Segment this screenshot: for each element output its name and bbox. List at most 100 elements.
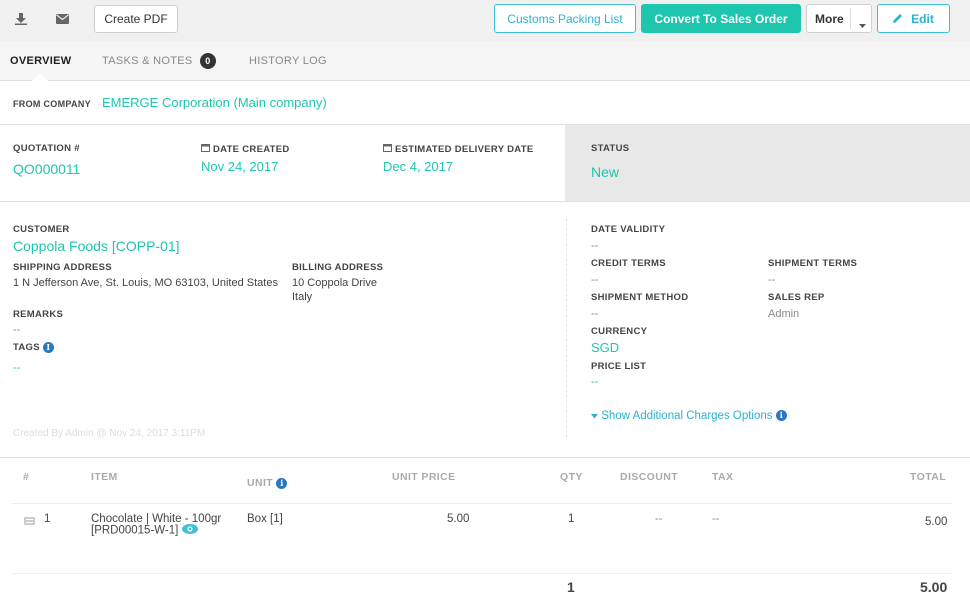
table-row[interactable]: 1 Chocolate | White - 100gr [PRD00015-W-… [12,504,952,572]
currency-label: CURRENCY [591,326,648,337]
customer-label: CUSTOMER [13,224,70,235]
item-unit: Box [1] [247,513,283,525]
estimated-delivery-label: ESTIMATED DELIVERY DATE [383,143,533,155]
info-icon[interactable]: i [42,342,54,353]
shipment-terms-value: -- [768,274,776,286]
convert-to-sales-order-button[interactable]: Convert To Sales Order [641,4,801,33]
billing-address-line2: Italy [292,291,313,303]
sales-rep-label: SALES REP [768,292,825,303]
grand-total: 5.00 [920,579,948,595]
active-tab-pointer [32,73,48,81]
currency-value: SGD [591,340,620,355]
envelope-icon[interactable] [53,10,71,28]
tasks-count-badge: 0 [199,53,216,69]
date-created-label-text: DATE CREATED [212,144,290,155]
estimated-delivery-label-text: ESTIMATED DELIVERY DATE [394,144,534,155]
tab-history-log[interactable]: HISTORY LOG [249,55,327,67]
row-number: 1 [44,513,51,525]
date-validity-value: -- [591,240,599,252]
shipment-terms-label: SHIPMENT TERMS [768,258,858,269]
tab-overview[interactable]: OVERVIEW [10,55,72,67]
status-panel [565,125,970,201]
credit-terms-label: CREDIT TERMS [591,258,666,269]
pencil-icon [893,12,903,26]
billing-address-label: BILLING ADDRESS [292,262,384,273]
created-by-note: Created By Admin @ Nov 24, 2017 3:11PM [13,428,206,439]
edit-button[interactable]: Edit [877,4,950,33]
item-tax: -- [712,513,720,525]
credit-terms-value: -- [591,274,599,286]
divider [850,8,851,29]
tab-history-log-label: HISTORY LOG [249,55,327,67]
convert-to-sales-order-label: Convert To Sales Order [654,11,788,26]
column-header-qty: QTY [560,471,583,483]
estimated-delivery-value: Dec 4, 2017 [383,159,454,174]
quotation-number-label: QUOTATION # [13,143,80,154]
item-qty: 1 [568,513,575,525]
tab-overview-label: OVERVIEW [10,55,72,67]
date-validity-label: DATE VALIDITY [591,224,666,235]
tags-value[interactable]: -- [13,362,20,374]
item-total: 5.00 [925,516,948,528]
divider [12,573,952,574]
item-discount: -- [655,513,663,525]
quotation-number: QO000011 [13,161,81,177]
billing-address-line1: 10 Coppola Drive [292,277,377,289]
shipping-address-value: 1 N Jefferson Ave, St. Louis, MO 63103, … [13,277,278,289]
column-header-discount: DISCOUNT [620,471,679,483]
date-created-label: DATE CREATED [201,143,290,155]
more-dropdown-button[interactable]: More [806,4,872,33]
status-label: STATUS [591,143,630,154]
drag-handle-icon[interactable] [24,514,35,528]
caret-down-icon [859,17,866,31]
more-label: More [815,11,844,26]
column-header-item: ITEM [91,471,118,483]
column-header-unit-text: UNIT [247,477,274,489]
tags-label: TAGS i [13,342,54,353]
section-divider [566,218,567,438]
from-company-label: FROM COMPANY [13,99,91,109]
date-created-value: Nov 24, 2017 [201,159,279,174]
info-icon[interactable]: i [775,410,787,422]
caret-down-icon [591,410,598,422]
column-header-unit-price: UNIT PRICE [392,471,456,483]
tab-bar: OVERVIEW TASKS & NOTES 0 HISTORY LOG [0,41,970,81]
sales-rep-value: Admin [768,308,800,320]
column-header-unit: UNIT i [247,477,288,489]
price-list-value: -- [591,376,599,388]
edit-label: Edit [911,11,934,26]
status-value: New [591,164,620,180]
tab-tasks-notes[interactable]: TASKS & NOTES 0 [102,53,216,69]
calendar-icon [201,144,210,155]
customs-packing-list-label: Customs Packing List [507,11,623,26]
tags-label-text: TAGS [13,342,40,354]
toolbar: Create PDF Customs Packing List Convert … [0,0,970,41]
eye-icon[interactable] [181,524,198,537]
column-header-number: # [23,471,30,483]
item-sku-line: [PRD00015-W-1] [91,524,198,537]
column-header-total: TOTAL [910,471,947,483]
show-additional-charges-link[interactable]: Show Additional Charges Options i [591,410,787,422]
shipment-method-label: SHIPMENT METHOD [591,292,689,303]
tab-tasks-notes-label: TASKS & NOTES [102,55,193,67]
divider [0,201,970,202]
item-unit-price: 5.00 [447,513,470,525]
create-pdf-button[interactable]: Create PDF [94,5,178,33]
show-additional-charges-label: Show Additional Charges Options [601,410,773,422]
shipment-method-value: -- [591,308,599,320]
customer-link[interactable]: Coppola Foods [COPP-01] [13,238,180,254]
price-list-label: PRICE LIST [591,361,647,372]
calendar-icon [383,144,392,155]
divider [0,457,970,458]
from-company-link[interactable]: EMERGE Corporation (Main company) [102,95,327,110]
customs-packing-list-button[interactable]: Customs Packing List [494,4,636,33]
remarks-value: -- [13,324,21,336]
total-qty: 1 [567,579,575,595]
create-pdf-label: Create PDF [104,12,168,26]
item-sku: [PRD00015-W-1] [91,524,179,537]
download-icon[interactable] [12,10,30,28]
info-icon[interactable]: i [276,477,288,489]
column-header-tax: TAX [712,471,734,483]
shipping-address-label: SHIPPING ADDRESS [13,262,112,273]
remarks-label: REMARKS [13,309,64,320]
